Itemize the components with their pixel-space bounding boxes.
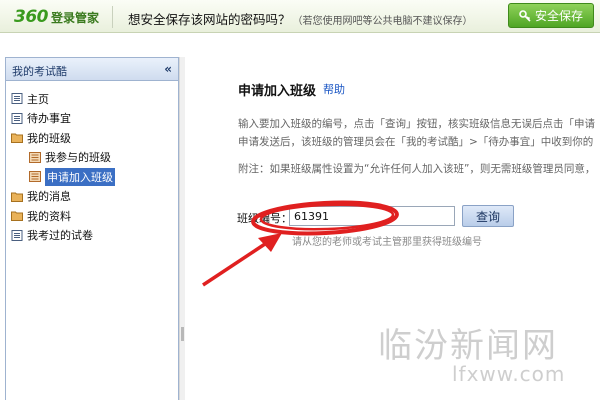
list-icon: [29, 171, 41, 183]
class-number-input[interactable]: 61391: [289, 206, 455, 226]
page-icon: [11, 93, 23, 105]
sidebar-item-joined-classes[interactable]: 我参与的班级: [6, 148, 178, 168]
instructions: 输入要加入班级的编号，点击「查询」按钮，核实班级信息无误后点击「申请 申请发送后…: [238, 115, 595, 151]
folder-icon: [11, 210, 23, 222]
sidebar-item-todo[interactable]: 待办事宜: [6, 109, 178, 129]
instructions-line-1: 输入要加入班级的编号，点击「查询」按钮，核实班级信息无误后点击「申请: [238, 118, 595, 130]
folder-icon: [11, 132, 23, 144]
brand-logo: 360 登录管家: [14, 7, 99, 27]
instructions-line-2: 申请发送后，该班级的管理员会在「我的考试酷」>「待办事宜」中收到你的: [238, 136, 594, 148]
divider: [112, 6, 113, 28]
sidebar-item-taken-exams[interactable]: 我考过的试卷: [6, 226, 178, 246]
list-icon: [29, 151, 41, 163]
watermark-text: 临汾新闻网: [378, 326, 558, 366]
sidebar-item-home[interactable]: 主页: [6, 89, 178, 109]
search-button[interactable]: 查询: [462, 205, 514, 227]
sidebar-item-label: 我参与的班级: [45, 151, 111, 165]
sidebar-item-label: 申请加入班级: [45, 167, 115, 186]
collapse-icon[interactable]: «: [164, 62, 172, 76]
sidebar-item-apply-join[interactable]: 申请加入班级: [6, 167, 178, 187]
sidebar-splitter[interactable]: [179, 57, 185, 400]
sidebar-item-label: 我的资料: [27, 209, 71, 223]
sidebar: 我的考试酷 « 主页 待办事宜 我的班级 我参与的班级 申请加入班级 我的消息: [5, 57, 179, 400]
page-icon: [11, 229, 23, 241]
secure-save-button[interactable]: 安全保存: [508, 3, 594, 28]
sidebar-title: 我的考试酷: [12, 65, 67, 78]
note-text: 附注：如果班级属性设置为“允许任何人加入该班”，则无需班级管理员同意，: [238, 163, 596, 175]
password-save-bar: 360 登录管家 想安全保存该网站的密码吗？ （若您使用网吧等公共电脑不建议保存）…: [0, 0, 600, 33]
sidebar-item-label: 我考过的试卷: [27, 229, 93, 243]
watermark-url: lfxww.com: [452, 362, 566, 386]
prompt-text: 想安全保存该网站的密码吗？: [128, 12, 291, 27]
splitter-grip[interactable]: [181, 327, 184, 341]
sidebar-item-messages[interactable]: 我的消息: [6, 187, 178, 207]
sidebar-header: 我的考试酷 «: [6, 58, 178, 81]
brand-number: 360: [14, 7, 49, 27]
class-number-hint: 请从您的老师或考试主管那里获得班级编号: [292, 237, 482, 248]
secure-save-label: 安全保存: [534, 9, 583, 23]
sidebar-item-label: 我的消息: [27, 190, 71, 204]
key-icon: [519, 9, 531, 22]
sidebar-item-label: 待办事宜: [27, 112, 71, 126]
save-password-prompt: 想安全保存该网站的密码吗？ （若您使用网吧等公共电脑不建议保存）: [128, 9, 473, 28]
sidebar-item-my-classes[interactable]: 我的班级: [6, 128, 178, 148]
sidebar-item-label: 主页: [27, 92, 49, 106]
sidebar-tree: 主页 待办事宜 我的班级 我参与的班级 申请加入班级 我的消息 我的资料 我考过…: [6, 89, 178, 245]
class-number-label: 班级编号：: [237, 212, 292, 225]
help-link[interactable]: 帮助: [323, 81, 345, 97]
sidebar-item-label: 我的班级: [27, 131, 71, 145]
page-icon: [11, 112, 23, 124]
prompt-note: （若您使用网吧等公共电脑不建议保存）: [292, 16, 473, 27]
page-title: 申请加入班级: [238, 84, 317, 99]
annotation-arrowhead: [258, 233, 282, 252]
annotation-arrow: [202, 240, 269, 287]
folder-icon: [11, 191, 23, 202]
sidebar-item-profile[interactable]: 我的资料: [6, 206, 178, 226]
brand-name: 登录管家: [51, 10, 100, 25]
